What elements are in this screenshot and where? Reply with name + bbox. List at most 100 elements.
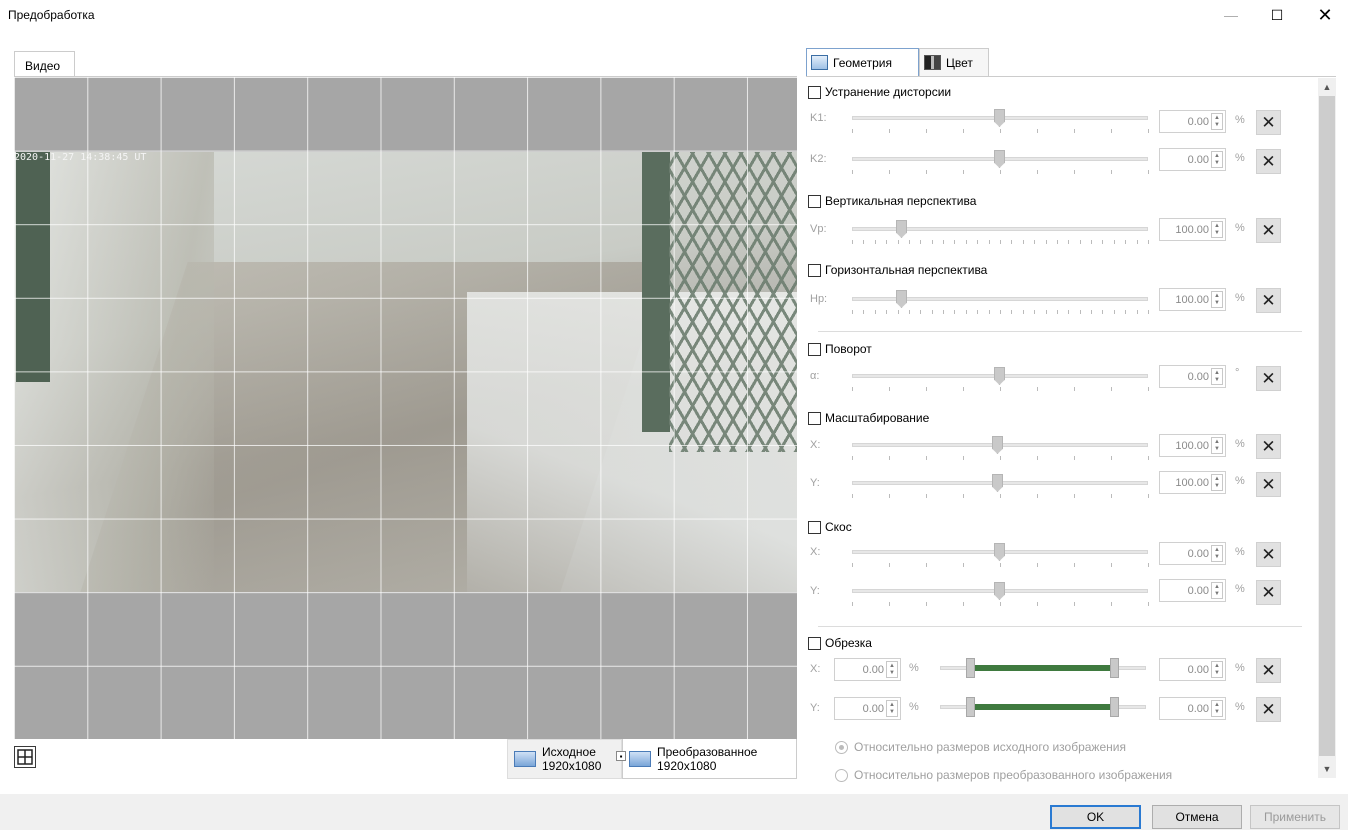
checkbox-box[interactable]: [808, 194, 821, 208]
skew-y-reset-button[interactable]: ✕: [1256, 580, 1281, 605]
rotation-slider[interactable]: [852, 366, 1149, 391]
slider-tick: [1000, 456, 1001, 460]
checkbox-box[interactable]: [808, 411, 821, 425]
ok-button[interactable]: OK: [1050, 805, 1141, 829]
crop-y-left-handle[interactable]: [966, 697, 975, 717]
k1-slider-thumb[interactable]: [994, 109, 1005, 127]
scroll-up-icon[interactable]: ▲: [1318, 78, 1336, 96]
crop-x-range[interactable]: [940, 658, 1146, 682]
slider-tick: [908, 240, 910, 244]
maximize-button[interactable]: ☐: [1254, 0, 1300, 30]
slider-tick: [965, 240, 967, 244]
scale-y-spinbox[interactable]: 100.00 ▲ ▼: [1159, 471, 1226, 494]
rotation-slider-thumb[interactable]: [994, 367, 1005, 385]
vp-reset-button[interactable]: ✕: [1256, 218, 1281, 243]
hp-slider[interactable]: [852, 289, 1149, 314]
slider-tick: [1037, 602, 1038, 606]
slider-tick: [1068, 240, 1070, 244]
k2-slider[interactable]: [852, 149, 1149, 174]
slider-tick: [1111, 602, 1112, 606]
skew-x-spinbox[interactable]: 0.00 ▲ ▼: [1159, 542, 1226, 565]
vertical-perspective-checkbox[interactable]: Вертикальная перспектива: [808, 193, 976, 209]
distortion-checkbox[interactable]: Устранение дисторсии: [808, 84, 951, 100]
k2-spinbox[interactable]: 0.00 ▲ ▼: [1159, 148, 1226, 171]
k1-slider[interactable]: [852, 108, 1149, 133]
rotation-checkbox[interactable]: Поворот: [808, 341, 872, 357]
skew-y-slider-thumb[interactable]: [994, 582, 1005, 600]
skew-x-reset-button[interactable]: ✕: [1256, 542, 1281, 567]
vp-spinbox[interactable]: 100.00 ▲ ▼: [1159, 218, 1226, 241]
crop-x-left-handle[interactable]: [966, 658, 975, 678]
scale-y-slider-thumb[interactable]: [992, 474, 1003, 492]
radio-button[interactable]: [835, 768, 848, 782]
k1-reset-button[interactable]: ✕: [1256, 110, 1281, 135]
hp-spinbox[interactable]: 100.00 ▲ ▼: [1159, 288, 1226, 311]
scale-x-spinbox[interactable]: 100.00 ▲ ▼: [1159, 434, 1226, 457]
rotation-reset-button[interactable]: ✕: [1256, 366, 1281, 391]
k2-reset-button[interactable]: ✕: [1256, 149, 1281, 174]
radio-relative-source[interactable]: Относительно размеров исходного изображе…: [835, 739, 1126, 755]
crop-y-reset-button[interactable]: ✕: [1256, 697, 1281, 722]
radio-button[interactable]: [835, 740, 848, 754]
swap-icon: ▪: [616, 751, 626, 761]
settings-scrollbar[interactable]: ▲ ▼: [1318, 78, 1336, 778]
k2-slider-thumb[interactable]: [994, 150, 1005, 168]
skew-x-slider-thumb[interactable]: [994, 543, 1005, 561]
crop-x-right-handle[interactable]: [1110, 658, 1119, 678]
source-image-button[interactable]: Исходное 1920x1080: [507, 739, 622, 779]
slider-tick: [926, 456, 927, 460]
skew-y-spinbox[interactable]: 0.00 ▲ ▼: [1159, 579, 1226, 602]
reset-icon: ✕: [1261, 290, 1276, 310]
hp-reset-button[interactable]: ✕: [1256, 288, 1281, 313]
checkbox-box[interactable]: [808, 520, 821, 534]
crop-y-range[interactable]: [940, 697, 1146, 721]
checkbox-box[interactable]: [808, 263, 821, 277]
slider-tick: [886, 310, 888, 314]
scroll-down-icon[interactable]: ▼: [1318, 760, 1336, 778]
slider-tick: [1000, 310, 1001, 314]
slider-tick: [1125, 310, 1127, 314]
scale-x-slider[interactable]: [852, 435, 1149, 460]
transformed-image-button[interactable]: Преобразованное 1920x1080: [622, 739, 797, 779]
crop-y-right-handle[interactable]: [1110, 697, 1119, 717]
cancel-button[interactable]: Отмена: [1152, 805, 1242, 829]
crop-x-reset-button[interactable]: ✕: [1256, 658, 1281, 683]
scaling-checkbox[interactable]: Масштабирование: [808, 410, 929, 426]
crop-y-from-spinbox[interactable]: 0.00 ▲ ▼: [834, 697, 901, 720]
slider-tick: [852, 563, 853, 567]
hp-slider-thumb[interactable]: [896, 290, 907, 308]
k1-spinbox[interactable]: 0.00 ▲ ▼: [1159, 110, 1226, 133]
minimize-button[interactable]: —: [1208, 0, 1254, 30]
dialog-footer: [0, 794, 1348, 830]
scale-x-reset-button[interactable]: ✕: [1256, 434, 1281, 459]
checkbox-box[interactable]: [808, 85, 821, 99]
apply-button[interactable]: Применить: [1250, 805, 1340, 829]
crop-y-to-spinbox[interactable]: 0.00 ▲ ▼: [1159, 697, 1226, 720]
grid-toggle-button[interactable]: [14, 746, 36, 768]
checkbox-box[interactable]: [808, 342, 821, 356]
scroll-thumb[interactable]: [1319, 96, 1335, 756]
crop-x-to-spinbox[interactable]: 0.00 ▲ ▼: [1159, 658, 1226, 681]
tab-geometry[interactable]: Геометрия: [806, 48, 919, 76]
crop-checkbox[interactable]: Обрезка: [808, 635, 872, 651]
crop-x-from-spinbox[interactable]: 0.00 ▲ ▼: [834, 658, 901, 681]
horizontal-perspective-checkbox[interactable]: Горизонтальная перспектива: [808, 262, 987, 278]
scale-y-slider[interactable]: [852, 473, 1149, 498]
skew-checkbox[interactable]: Скос: [808, 519, 852, 535]
radio-relative-transformed[interactable]: Относительно размеров преобразованного и…: [835, 767, 1172, 783]
scale-y-reset-button[interactable]: ✕: [1256, 472, 1281, 497]
tab-video[interactable]: Видео: [14, 51, 75, 77]
skew-y-slider[interactable]: [852, 581, 1149, 606]
video-preview[interactable]: 2020-11-27 14:38:45 UT: [14, 76, 797, 739]
slider-tick: [931, 310, 933, 314]
skew-x-slider[interactable]: [852, 542, 1149, 567]
rotation-spinbox[interactable]: 0.00 ▲ ▼: [1159, 365, 1226, 388]
vp-slider-thumb[interactable]: [896, 220, 907, 238]
vp-slider[interactable]: [852, 219, 1149, 244]
tab-color[interactable]: Цвет: [919, 48, 989, 76]
scale-x-slider-thumb[interactable]: [992, 436, 1003, 454]
close-button[interactable]: ✕: [1302, 0, 1348, 30]
color-tab-icon: [924, 55, 941, 70]
checkbox-box[interactable]: [808, 636, 821, 650]
reset-icon: ✕: [1261, 699, 1276, 719]
